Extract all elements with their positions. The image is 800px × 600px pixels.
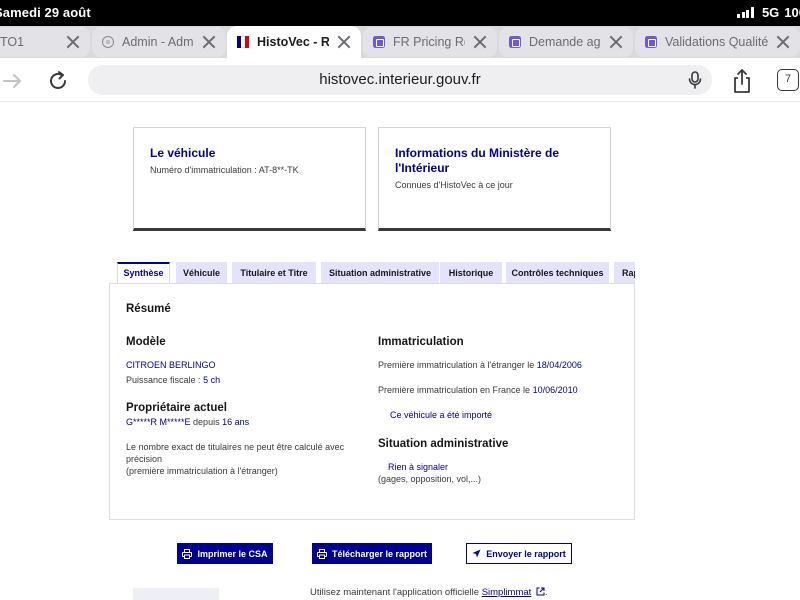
vehicle-card-title: Le véhicule	[150, 146, 216, 160]
first-foreign-date: 18/04/2006	[536, 360, 582, 370]
owner-heading: Propriétaire actuel	[126, 402, 227, 414]
download-report-label: Télécharger le rapport	[331, 548, 428, 559]
close-tab-icon[interactable]	[337, 35, 351, 49]
footer-period: .	[544, 587, 548, 598]
print-csa-label: Imprimer le CSA	[197, 548, 268, 559]
browser-tab[interactable]: FR Pricing Request	[363, 27, 497, 57]
first-french-date: 10/06/2010	[532, 385, 578, 395]
fiscal-power-label: Puissance fiscale :	[126, 375, 201, 385]
share-icon[interactable]	[731, 68, 753, 94]
printer-icon	[316, 548, 327, 559]
status-indicators: 5G 100	[737, 5, 800, 20]
tab-rapport[interactable]: Rapport	[614, 262, 635, 284]
summary-panel: Résumé Modèle CITROEN BERLINGO Puissance…	[109, 283, 635, 520]
external-link-icon	[536, 587, 545, 596]
first-french-registration: Première immatriculation en France le 10…	[378, 385, 578, 397]
first-foreign-registration: Première immatriculation à l'étranger le…	[378, 360, 582, 372]
browser-tab[interactable]: Validations Qualité	[635, 27, 800, 57]
close-tab-icon[interactable]	[473, 35, 487, 49]
footer-text: Utilisez maintenant l'application offici…	[310, 587, 480, 598]
summary-heading: Résumé	[126, 303, 171, 315]
first-french-label: Première immatriculation en France le	[378, 385, 531, 395]
fiscal-power-value: 5 ch	[203, 375, 221, 385]
tab-count-button[interactable]: 7	[777, 69, 799, 91]
toolbar: histovec.interieur.gouv.fr	[0, 58, 800, 102]
tab-historique[interactable]: Historique	[440, 262, 502, 284]
model-value: CITROEN BERLINGO	[126, 360, 216, 370]
microphone-icon[interactable]	[688, 71, 702, 89]
tab-situation-administrative[interactable]: Situation administrative	[321, 262, 439, 284]
plate-number-text: Numéro d'immatriculation : AT-8**-TK	[150, 165, 299, 175]
owner-note-2: précision	[126, 454, 163, 464]
print-csa-button[interactable]: Imprimer le CSA	[177, 543, 273, 564]
network-label: 5G	[761, 5, 780, 20]
globe-icon	[102, 36, 114, 48]
footer-note: Utilisez maintenant l'application offici…	[310, 587, 548, 598]
owner-since-value: 16 ans	[222, 417, 250, 427]
download-report-button[interactable]: Télécharger le rapport	[312, 543, 432, 564]
address-bar[interactable]: histovec.interieur.gouv.fr	[88, 65, 712, 95]
registration-heading: Immatriculation	[378, 336, 464, 348]
model-heading: Modèle	[126, 336, 166, 348]
vehicle-card[interactable]: Le véhicule Numéro d'immatriculation : A…	[133, 127, 366, 231]
signal-icon	[737, 7, 754, 18]
fiscal-power: Puissance fiscale : 5 ch	[126, 375, 220, 387]
imported-note: Ce véhicule a été importé	[390, 410, 493, 420]
ministry-card-text: Connues d'HistoVec à ce jour	[395, 180, 513, 190]
close-tab-icon[interactable]	[202, 35, 216, 49]
browser-tab[interactable]: TO1	[0, 27, 90, 57]
send-report-button[interactable]: Envoyer le rapport	[466, 543, 572, 564]
close-tab-icon[interactable]	[66, 35, 80, 49]
ministry-card[interactable]: Informations du Ministère de l'Intérieur…	[378, 127, 611, 231]
owner-name: G*****R M*****E	[126, 417, 191, 427]
form-icon	[645, 36, 657, 48]
send-report-label: Envoyer le rapport	[486, 548, 566, 559]
browser-tab[interactable]: Admin - Admin	[92, 27, 226, 57]
tab-vehicule[interactable]: Véhicule	[176, 262, 227, 284]
close-tab-icon[interactable]	[609, 35, 623, 49]
browser-tab-bar: TO1 Admin - Admin HistoVec - Rapport FR …	[0, 26, 800, 58]
forward-arrow-icon[interactable]	[2, 70, 24, 92]
printer-icon	[182, 548, 193, 559]
app-illustration	[133, 588, 219, 600]
tab-synthese[interactable]: Synthèse	[117, 262, 170, 284]
form-icon	[373, 36, 385, 48]
send-arrow-icon	[472, 549, 481, 558]
simplimmat-link[interactable]: Simplimmat	[482, 587, 532, 598]
owner-line: G*****R M*****E depuis 16 ans	[126, 417, 249, 429]
browser-tab-label: Admin - Admin	[122, 35, 194, 49]
ministry-card-title-line2: l'Intérieur	[395, 161, 450, 175]
status-bar: Samedi 29 août 5G 100	[0, 0, 800, 26]
ministry-card-title-line1: Informations du Ministère de	[395, 146, 560, 160]
url-text: histovec.interieur.gouv.fr	[319, 71, 481, 88]
admin-situation-heading: Situation administrative	[378, 438, 509, 450]
browser-tab[interactable]: Demande agent	[499, 27, 633, 57]
admin-detail: (gages, opposition, vol,...)	[378, 474, 482, 484]
form-icon	[509, 36, 521, 48]
browser-tab-label: HistoVec - Rapport	[257, 35, 329, 49]
report-tabs: Synthèse Véhicule Titulaire et Titre Sit…	[117, 262, 635, 284]
tab-controles-techniques[interactable]: Contrôles techniques	[506, 262, 609, 284]
french-flag-icon	[237, 36, 249, 48]
browser-tab-label: TO1	[0, 35, 25, 49]
browser-tab-active[interactable]: HistoVec - Rapport	[227, 26, 361, 58]
owner-since-label: depuis	[193, 417, 220, 427]
tab-titulaire[interactable]: Titulaire et Titre	[232, 262, 316, 284]
browser-tab-label: Demande agent	[529, 35, 601, 49]
owner-note-3: (première immatriculation à l'étranger)	[126, 466, 278, 476]
owner-note-1: Le nombre exact de titulaires ne peut êt…	[126, 442, 345, 452]
reload-icon[interactable]	[47, 70, 69, 92]
close-tab-icon[interactable]	[776, 35, 790, 49]
battery-label: 100	[784, 5, 800, 20]
admin-status: Rien à signaler	[388, 462, 449, 472]
first-foreign-label: Première immatriculation à l'étranger le	[378, 360, 535, 370]
browser-tab-label: FR Pricing Request	[393, 35, 465, 49]
status-date: Samedi 29 août	[0, 5, 91, 20]
browser-tab-label: Validations Qualité	[665, 35, 768, 49]
